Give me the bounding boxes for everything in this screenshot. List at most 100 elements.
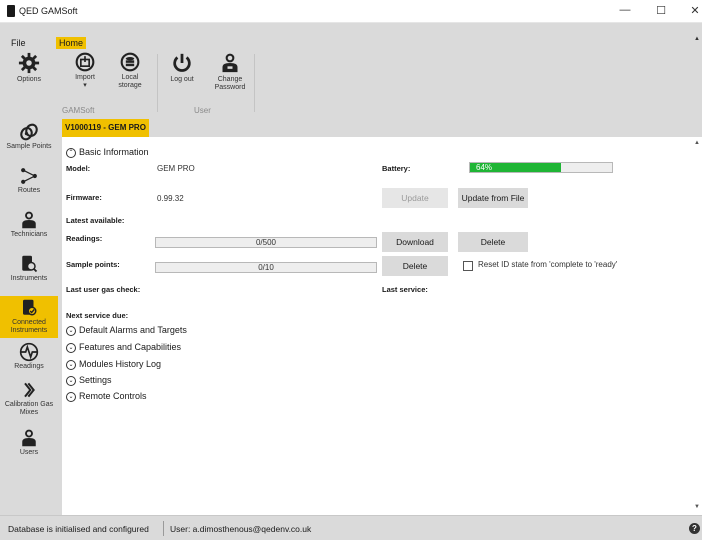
section-title: Settings (79, 375, 112, 385)
sidebar-item-calibration-gas-mixes[interactable]: Calibration Gas Mixes (0, 380, 58, 422)
sidebar: Sample Points Routes Technicians Instrum… (0, 118, 62, 515)
expand-chevron-icon: ⌄ (66, 391, 76, 402)
database-status: Database is initialised and configured (8, 524, 149, 534)
tab-file[interactable]: File (8, 37, 29, 49)
section-remote-controls[interactable]: ⌄ Remote Controls (66, 391, 147, 402)
readings-label: Readings: (66, 234, 103, 243)
app-icon (7, 5, 15, 17)
last-service-label: Last service: (382, 285, 428, 294)
readings-count: 0/500 (255, 238, 277, 247)
sidebar-item-label: Sample Points (6, 143, 52, 150)
group-label-gamsoft: GAMSoft (62, 106, 95, 115)
connected-instrument-icon (23, 299, 37, 316)
update-from-file-button[interactable]: Update from File (458, 188, 528, 208)
maximize-button[interactable]: ☐ (654, 4, 668, 17)
close-button[interactable]: ✕ (688, 4, 702, 17)
section-default-alarms-and-targets[interactable]: ⌄ Default Alarms and Targets (66, 325, 187, 336)
sample-points-icon (20, 123, 38, 141)
logout-button[interactable]: Log out (168, 52, 196, 84)
sidebar-item-technicians[interactable]: Technicians (0, 210, 58, 244)
sample-points-count: 0/10 (258, 263, 274, 272)
section-features-and-capabilities[interactable]: ⌄ Features and Capabilities (66, 342, 181, 353)
sidebar-item-users[interactable]: Users (0, 428, 58, 462)
ribbon: Options Import ▾ Local storage Log out C… (0, 50, 702, 118)
database-icon (120, 52, 140, 72)
logout-label: Log out (170, 76, 194, 83)
ribbon-separator (254, 54, 255, 112)
section-title: Remote Controls (79, 391, 147, 401)
instrument-search-icon (22, 255, 38, 273)
local-storage-button[interactable]: Local storage (113, 52, 147, 90)
section-title: Features and Capabilities (79, 342, 182, 352)
section-basic-information[interactable]: ⌃ Basic Information (66, 147, 149, 158)
ribbon-scroll-arrow-icon[interactable]: ▲ (694, 36, 700, 42)
sidebar-item-sample-points[interactable]: Sample Points (0, 122, 58, 158)
download-button[interactable]: Download (382, 232, 448, 252)
expand-chevron-icon: ⌄ (66, 375, 76, 386)
import-label: Import (75, 74, 95, 81)
section-settings[interactable]: ⌄ Settings (66, 375, 112, 386)
expand-chevron-icon: ⌄ (66, 359, 76, 370)
current-user: User: a.dimosthenous@qedenv.co.uk (170, 524, 312, 534)
sidebar-item-routes[interactable]: Routes (0, 166, 58, 200)
menu-bar: File Home ▲ (0, 23, 702, 50)
sidebar-item-label: Users (19, 449, 39, 456)
group-label-user: User (194, 106, 211, 115)
latest-available-label: Latest available: (66, 216, 125, 225)
sidebar-item-label: Readings (14, 363, 44, 370)
sidebar-item-readings[interactable]: Readings (0, 342, 58, 376)
model-value: GEM PRO (157, 164, 195, 173)
sidebar-item-label: Routes (17, 187, 41, 194)
next-service-label: Next service due: (66, 311, 129, 320)
power-icon (173, 53, 191, 72)
content-scroll-up-icon[interactable]: ▲ (694, 140, 700, 146)
reset-id-label: Reset ID state from 'complete to 'ready' (478, 260, 618, 269)
import-button[interactable]: Import ▾ (70, 52, 100, 90)
change-password-button[interactable]: Change Password (210, 52, 250, 92)
tab-home[interactable]: Home (56, 37, 87, 49)
readings-pulse-icon (19, 342, 39, 362)
reset-id-checkbox[interactable] (463, 261, 473, 271)
import-icon (75, 52, 95, 72)
collapse-chevron-icon: ⌃ (66, 147, 76, 158)
status-separator (163, 521, 164, 536)
delete-sample-points-button[interactable]: Delete (382, 256, 448, 276)
calibration-gas-icon (24, 382, 35, 398)
last-gas-check-label: Last user gas check: (66, 285, 141, 294)
content-scroll-down-icon[interactable]: ▼ (694, 504, 700, 510)
gear-icon (18, 52, 40, 74)
user-key-icon (222, 53, 238, 73)
sidebar-item-instruments[interactable]: Instruments (0, 254, 58, 288)
local-storage-label: Local storage (118, 74, 142, 89)
delete-readings-button[interactable]: Delete (458, 232, 528, 252)
readings-progress-bar: 0/500 (155, 237, 377, 248)
firmware-value: 0.99.32 (157, 194, 184, 203)
sidebar-item-connected-instruments[interactable]: Connected Instruments (0, 296, 58, 338)
window-title: QED GAMSoft (19, 6, 78, 16)
device-header: V1000119 - GEM PRO (62, 118, 702, 137)
sample-points-progress-bar: 0/10 (155, 262, 377, 273)
status-bar: Database is initialised and configured U… (0, 515, 702, 540)
change-password-label: Change Password (214, 76, 246, 91)
title-bar: QED GAMSoft — ☐ ✕ (0, 0, 702, 23)
sample-points-label: Sample points: (66, 260, 120, 269)
section-title: Basic Information (79, 147, 149, 157)
routes-icon (21, 168, 37, 184)
section-title: Default Alarms and Targets (79, 325, 187, 335)
main-content: V1000119 - GEM PRO ▲ ⌃ Basic Information … (62, 118, 702, 515)
help-icon[interactable]: ? (689, 523, 700, 534)
section-modules-history-log[interactable]: ⌄ Modules History Log (66, 359, 161, 370)
minimize-button[interactable]: — (618, 4, 632, 16)
sidebar-item-label: Instruments (10, 275, 48, 282)
import-dropdown-icon: ▾ (83, 82, 87, 89)
options-button[interactable]: Options (12, 52, 46, 84)
users-icon (22, 429, 36, 447)
device-tab[interactable]: V1000119 - GEM PRO (62, 119, 149, 137)
update-button[interactable]: Update (382, 188, 448, 208)
sidebar-item-label: Calibration Gas Mixes (4, 401, 54, 416)
ribbon-separator (157, 54, 158, 112)
technician-icon (22, 211, 36, 229)
options-label: Options (16, 76, 42, 83)
battery-percent: 64% (476, 163, 493, 172)
expand-chevron-icon: ⌄ (66, 342, 76, 353)
